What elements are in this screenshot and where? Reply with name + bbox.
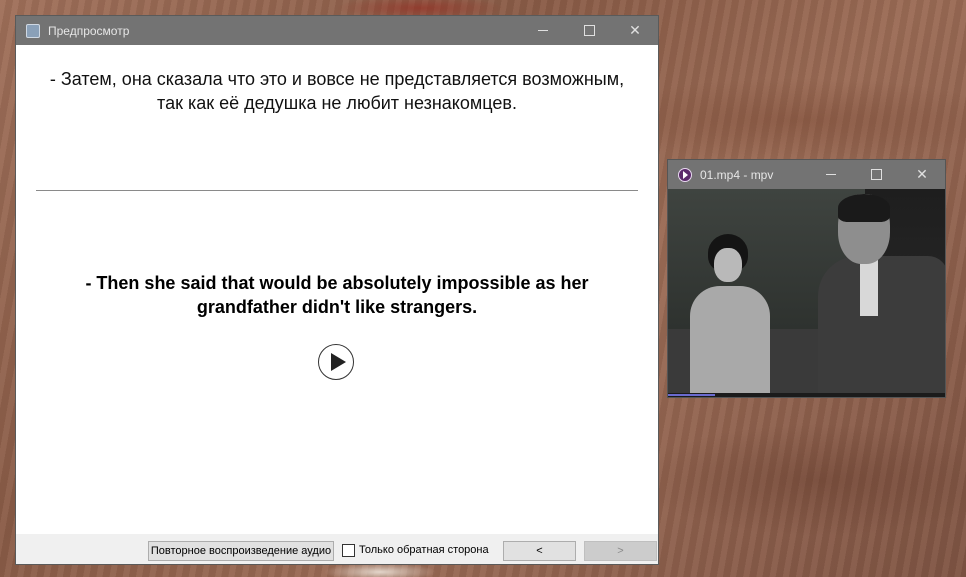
bottom-toolbar: Повторное воспроизведение аудио Только о… xyxy=(16,534,658,564)
man-figure xyxy=(818,194,945,393)
maximize-icon xyxy=(583,25,595,36)
minimize-icon xyxy=(538,30,548,31)
progress-fill xyxy=(668,394,716,396)
back-only-checkbox[interactable] xyxy=(342,544,355,557)
close-icon: ✕ xyxy=(916,166,928,182)
close-button[interactable]: ✕ xyxy=(612,16,658,45)
maximize-icon xyxy=(870,169,882,180)
divider xyxy=(36,190,638,191)
play-audio-icon[interactable] xyxy=(318,344,354,380)
mpv-titlebar[interactable]: 01.mp4 - mpv ✕ xyxy=(668,160,945,189)
mpv-minimize-button[interactable] xyxy=(808,160,854,189)
front-text: - Затем, она сказала что это и вовсе не … xyxy=(49,69,625,113)
back-only-label: Только обратная сторона xyxy=(359,544,489,556)
woman-figure xyxy=(690,234,770,393)
prev-button[interactable]: < xyxy=(503,541,576,561)
preview-window: Предпросмотр ✕ - Затем, она сказала что … xyxy=(16,16,658,564)
mpv-close-button[interactable]: ✕ xyxy=(899,160,945,189)
maximize-button[interactable] xyxy=(566,16,612,45)
video-frame[interactable] xyxy=(668,189,945,393)
next-button[interactable]: > xyxy=(584,541,657,561)
minimize-button[interactable] xyxy=(520,16,566,45)
back-text: - Then she said that would be absolutely… xyxy=(85,273,589,317)
mpv-maximize-button[interactable] xyxy=(853,160,899,189)
mpv-icon xyxy=(678,167,692,182)
mpv-title: 01.mp4 - mpv xyxy=(700,167,774,182)
minimize-icon xyxy=(826,174,836,175)
app-icon xyxy=(26,23,40,38)
card-preview: - Затем, она сказала что это и вовсе не … xyxy=(16,45,658,534)
close-icon: ✕ xyxy=(629,22,641,38)
mpv-window: 01.mp4 - mpv ✕ xyxy=(668,160,945,397)
preview-title: Предпросмотр xyxy=(48,23,130,38)
preview-titlebar[interactable]: Предпросмотр ✕ xyxy=(16,16,658,45)
playback-progress-bar[interactable] xyxy=(668,393,945,397)
replay-audio-button[interactable]: Повторное воспроизведение аудио xyxy=(148,541,334,561)
